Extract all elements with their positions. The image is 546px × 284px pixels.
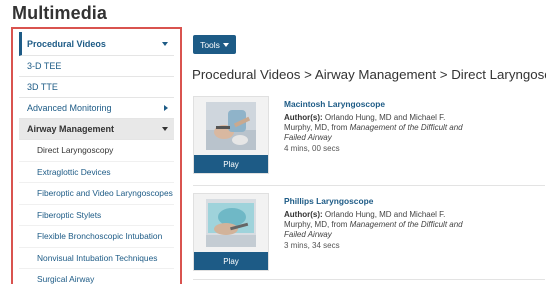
divider bbox=[193, 185, 545, 186]
tools-button[interactable]: Tools bbox=[193, 35, 236, 54]
subitem-extraglottic-devices[interactable]: Extraglottic Devices bbox=[19, 162, 174, 183]
chevron-down-icon bbox=[162, 127, 168, 131]
nav-list: Procedural Videos 3-D TEE 3D TTE Advance… bbox=[19, 32, 174, 284]
page-title: Multimedia bbox=[12, 3, 108, 23]
subitem-nonvisual-intubation-techniques[interactable]: Nonvisual Intubation Techniques bbox=[19, 248, 174, 269]
video-thumbnail[interactable]: Play bbox=[193, 193, 269, 271]
sidebar-item-advanced-monitoring[interactable]: Advanced Monitoring bbox=[19, 98, 174, 119]
sidebar-nav: Procedural Videos 3-D TEE 3D TTE Advance… bbox=[11, 27, 182, 284]
sidebar-item-3d-tee[interactable]: 3-D TEE bbox=[19, 56, 174, 77]
chevron-down-icon bbox=[162, 41, 168, 46]
subitem-direct-laryngoscopy[interactable]: Direct Laryngoscopy bbox=[19, 140, 174, 162]
chevron-down-icon bbox=[222, 42, 229, 47]
video-duration: 3 mins, 34 secs bbox=[284, 241, 340, 250]
sidebar-item-procedural-videos[interactable]: Procedural Videos bbox=[19, 32, 174, 56]
video-title-link[interactable]: Phillips Laryngoscope bbox=[284, 196, 464, 206]
video-thumbnail-image bbox=[206, 102, 256, 150]
sidebar-item-label: Advanced Monitoring bbox=[27, 103, 112, 113]
video-authors: Author(s): Orlando Hung, MD and Michael … bbox=[284, 113, 464, 143]
video-thumbnail[interactable]: Play bbox=[193, 96, 269, 174]
tools-label: Tools bbox=[200, 39, 220, 50]
video-info: Macintosh Laryngoscope Author(s): Orland… bbox=[284, 99, 464, 153]
subitem-flexible-bronchoscopic-intubation[interactable]: Flexible Bronchoscopic Intubation bbox=[19, 226, 174, 248]
section-title: Procedural Videos > Airway Management > … bbox=[192, 67, 546, 82]
sidebar-item-label: 3D TTE bbox=[27, 82, 58, 92]
authors-label: Author(s): bbox=[284, 113, 323, 122]
video-authors: Author(s): Orlando Hung, MD and Michael … bbox=[284, 210, 464, 240]
authors-label: Author(s): bbox=[284, 210, 323, 219]
subitem-fiberoptic-stylets[interactable]: Fiberoptic Stylets bbox=[19, 205, 174, 226]
sidebar-item-airway-management[interactable]: Airway Management bbox=[19, 119, 174, 140]
subitem-surgical-airway[interactable]: Surgical Airway bbox=[19, 269, 174, 284]
video-thumbnail-image bbox=[206, 199, 256, 247]
video-title-link[interactable]: Macintosh Laryngoscope bbox=[284, 99, 464, 109]
divider bbox=[193, 279, 545, 280]
video-info: Phillips Laryngoscope Author(s): Orlando… bbox=[284, 196, 464, 250]
sidebar-item-label: Airway Management bbox=[27, 124, 115, 134]
play-button[interactable]: Play bbox=[194, 155, 268, 173]
play-button[interactable]: Play bbox=[194, 252, 268, 270]
sidebar-item-label: Procedural Videos bbox=[27, 38, 106, 49]
chevron-right-icon bbox=[164, 105, 168, 111]
subitem-fiberoptic-video-laryngoscopes[interactable]: Fiberoptic and Video Laryngoscopes bbox=[19, 183, 174, 205]
sidebar-item-3d-tte[interactable]: 3D TTE bbox=[19, 77, 174, 98]
video-duration: 4 mins, 00 secs bbox=[284, 144, 340, 153]
sidebar-item-label: 3-D TEE bbox=[27, 61, 62, 71]
